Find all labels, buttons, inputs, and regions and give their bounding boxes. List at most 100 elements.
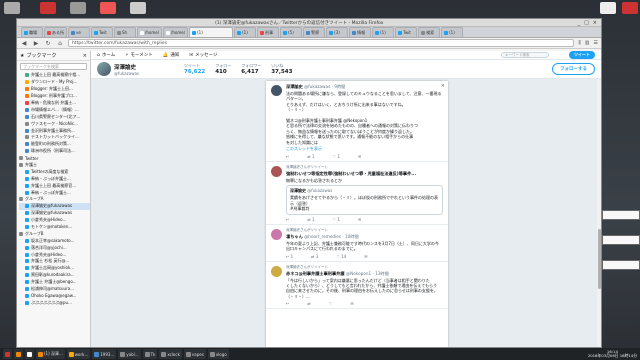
bookmark-item[interactable]: 黒田彰@kurodaakira... — [19, 272, 90, 279]
bookmark-item[interactable]: 奉納・ぶっぽ弁護士... — [19, 175, 90, 182]
browser-tab[interactable]: ある所 — [44, 27, 67, 37]
bookmark-item[interactable]: Blogger: 弁護士上田... — [19, 86, 90, 93]
bookmark-item[interactable]: ぷぷぷぷぷぷぷ@pu... — [19, 299, 90, 306]
browser-tab[interactable]: (1) — [189, 27, 234, 37]
clock[interactable]: 16:14 2018年03月06日 18時14分 — [588, 350, 637, 358]
bookmark-item[interactable]: 市場情報エバ…（情報）... — [19, 106, 90, 113]
browser-tab[interactable]: Twit — [91, 27, 113, 37]
like-icon[interactable]: ♡ 1 — [333, 217, 340, 222]
like-icon[interactable]: ♡ — [329, 301, 333, 306]
forward-icon[interactable]: ▶ — [32, 40, 40, 47]
tweet-avatar[interactable] — [271, 265, 282, 277]
twitter-nav-2[interactable]: 🔔 通知 — [163, 52, 180, 59]
tweet-avatar[interactable] — [271, 166, 282, 178]
browser-tab[interactable]: 刑事 — [257, 27, 280, 37]
retweet-icon[interactable]: ⇄ 3 — [311, 254, 318, 259]
taskbar-item[interactable]: xclock — [159, 349, 182, 359]
twitter-nav-1[interactable]: ⚡ モーメント — [125, 52, 153, 59]
bookmark-item[interactable]: 弁護士上田 最高検察庁相... — [19, 72, 90, 79]
like-icon[interactable]: ♡ 1 — [333, 154, 340, 159]
desktop-icon[interactable] — [70, 2, 86, 14]
bookmark-item[interactable]: 奉納・危険な刑 弁護士... — [19, 100, 90, 107]
like-icon[interactable]: ♡ 14 — [336, 254, 346, 259]
bookmark-folder[interactable]: 弁護士 — [19, 162, 90, 169]
taskbar-item[interactable] — [14, 349, 23, 359]
browser-tab[interactable]: ve — [68, 27, 90, 37]
reply-icon[interactable]: ↩ — [286, 217, 289, 222]
bookmark-item[interactable]: モトケン@motoken... — [19, 224, 90, 231]
desktop-icon[interactable] — [4, 2, 20, 14]
taskbar-item[interactable]: work... — [66, 349, 91, 359]
tweet[interactable]: 深澤諭史 @fukazawas · 9時間 法の問題ある場所に嫌なら、登録してのキ… — [266, 81, 448, 163]
bookmark-item[interactable]: 小倉秀夫@Hideo... — [19, 251, 90, 258]
browser-tab[interactable]: (5) — [280, 27, 303, 37]
bookmark-item[interactable]: 能登町の刑務所対策... — [19, 141, 90, 148]
browser-tab[interactable]: 検索 — [418, 27, 441, 37]
bookmark-item[interactable]: 金沢刑事弁護士事務所... — [19, 127, 90, 134]
reload-icon[interactable]: ↻ — [44, 40, 52, 47]
tweet-author[interactable]: 赤ネコ@刑事弁護士事刑事弁護 — [286, 271, 345, 276]
dm-icon[interactable]: ✉ — [364, 254, 367, 259]
minimize-icon[interactable]: _ — [578, 20, 581, 26]
browser-tab[interactable]: 情報 — [349, 27, 372, 37]
tweet[interactable]: 深澤諭史さんがリツイート 凛ちゃん @heart_remedies · 10時間今… — [266, 225, 448, 262]
scrollbar-thumb[interactable] — [597, 229, 601, 289]
desktop-icon[interactable] — [40, 2, 56, 14]
bookmark-item[interactable]: 落合洋司@yjochi... — [19, 244, 90, 251]
sidebar-toggle-icon[interactable]: ▥ — [585, 40, 590, 46]
home-icon[interactable]: ⌂ — [56, 40, 64, 47]
tweet-author[interactable]: 強制わいせつ等指定性罪(強制わいせつ罪・児童福祉法違反)等事件... — [286, 171, 416, 176]
desktop-icon[interactable] — [100, 2, 116, 14]
taskbar-item[interactable]: xlogo — [207, 349, 229, 359]
taskbar-item[interactable]: vapes — [183, 349, 206, 359]
browser-tab[interactable]: /home/ — [163, 27, 189, 37]
reply-icon[interactable]: ↩ 1 — [286, 254, 293, 259]
bookmark-item[interactable]: 珠洲市役所（刑事司法... — [19, 148, 90, 155]
bookmark-item[interactable]: 深澤諭史@fukazawas — [19, 210, 90, 217]
taskbar-item[interactable]: 1993... — [92, 349, 117, 359]
browser-tab[interactable]: (1) — [234, 27, 257, 37]
sidebar-close-icon[interactable]: × — [83, 53, 87, 59]
sidebar-title[interactable]: ブックマーク — [26, 52, 80, 59]
tweet-author[interactable]: 深澤諭史 — [286, 84, 303, 89]
background-window[interactable] — [602, 210, 640, 220]
bookmark-item[interactable]: ヴァスモーク - NicoNic... — [19, 120, 90, 127]
bookmark-item[interactable]: 弁護士 弁護士@bengo... — [19, 279, 90, 286]
retweet-icon[interactable]: ⇄ 1 — [307, 217, 314, 222]
profile-stat[interactable]: ツイート 76,622 — [184, 63, 205, 75]
bookmark-item[interactable]: 弁護士上田 最高検察官… — [19, 182, 90, 189]
twitter-nav-0[interactable]: ⌂ ホーム — [97, 52, 115, 59]
tweet[interactable]: 深澤諭史さんがリツイート 赤ネコ@刑事弁護士事刑事弁護 @Nekopon1 · 1… — [266, 262, 448, 310]
background-window[interactable] — [602, 260, 640, 270]
page-scrollbar[interactable] — [597, 79, 601, 347]
bookmark-item[interactable]: 奉納・ぶっぽ弁護士... — [19, 189, 90, 196]
bookmark-item[interactable]: Twitterの高度な検索 — [19, 168, 90, 175]
retweet-icon[interactable]: ⇄ — [307, 301, 310, 306]
taskbar-item[interactable] — [3, 349, 12, 359]
url-bar[interactable]: https://twitter.com/fukazawas/with_repli… — [68, 39, 575, 47]
bookmark-item[interactable]: Ohoko Egawa@egaw... — [19, 293, 90, 300]
browser-tab[interactable]: Twit — [395, 27, 418, 37]
profile-stat[interactable]: フォロワー 6,417 — [241, 63, 261, 75]
taskbar-item[interactable]: (1) 深澤... — [36, 349, 65, 359]
bookmark-folder[interactable]: グループA — [19, 196, 90, 203]
menu-icon[interactable]: ☰ — [594, 40, 598, 46]
browser-tab[interactable]: (1) — [372, 27, 395, 37]
library-icon[interactable]: ⫼ — [578, 40, 580, 46]
bookmark-item[interactable]: 深澤諭史@fukazawas — [19, 202, 90, 210]
bookmark-folder[interactable]: グループB — [19, 230, 90, 237]
browser-tab[interactable]: (1) — [441, 27, 464, 37]
profile-name[interactable]: 深澤諭史 — [114, 63, 174, 71]
dm-icon[interactable]: ✉ — [358, 217, 361, 222]
browser-tab[interactable]: 警察 — [303, 27, 326, 37]
bookmark-search-input[interactable]: ブックマークを検索 — [20, 63, 87, 70]
reply-icon[interactable]: ↩ — [286, 301, 289, 306]
bookmark-item[interactable]: 弁護士吉岡@yoshiok... — [19, 265, 90, 272]
show-thread-link[interactable]: このスレッドを表示 — [286, 146, 443, 152]
tweet-button[interactable]: ツイート — [569, 51, 595, 59]
taskbar-item[interactable] — [25, 349, 34, 359]
bookmark-item[interactable]: 松浦伸司@matsuura... — [19, 286, 90, 293]
bookmark-item[interactable]: 石川県警察センター(北ア... — [19, 113, 90, 120]
desktop-icon[interactable] — [600, 2, 616, 14]
browser-tab[interactable]: 職場 — [21, 27, 43, 37]
